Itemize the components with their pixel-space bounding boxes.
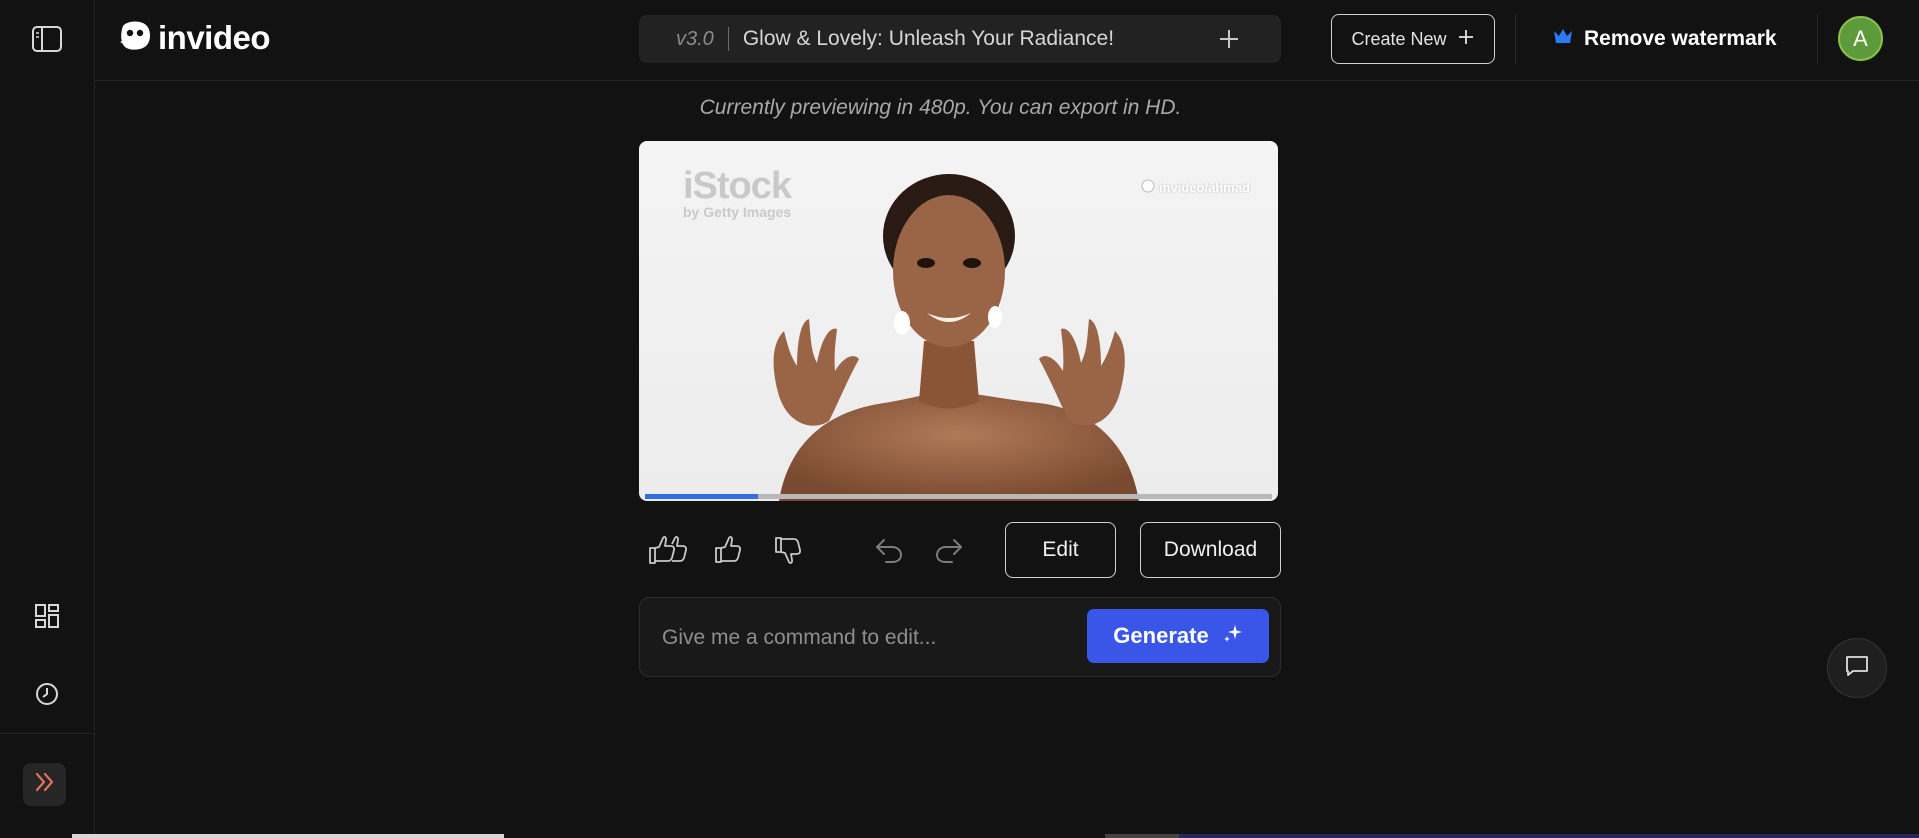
sidebar bbox=[0, 0, 95, 838]
expand-sidebar-button[interactable] bbox=[23, 763, 66, 806]
version-label: v3.0 bbox=[676, 27, 714, 50]
edit-button[interactable]: Edit bbox=[1005, 522, 1116, 578]
sidebar-toggle-icon[interactable] bbox=[29, 21, 65, 57]
command-input[interactable] bbox=[662, 616, 1062, 660]
undo-icon[interactable] bbox=[869, 532, 909, 568]
edit-label: Edit bbox=[1042, 538, 1079, 561]
invideo-logo-icon bbox=[118, 20, 152, 57]
logo-wordmark: invideo bbox=[158, 19, 271, 56]
title-separator bbox=[727, 27, 729, 51]
command-box: Generate bbox=[639, 597, 1281, 677]
preview-note: Currently previewing in 480p. You can ex… bbox=[0, 96, 1919, 120]
watermark-handle: invideo/ahmad bbox=[1158, 180, 1250, 195]
crown-icon bbox=[1552, 27, 1574, 51]
remove-watermark-label: Remove watermark bbox=[1584, 27, 1777, 50]
thumbs-up-icon[interactable] bbox=[708, 532, 748, 568]
istock-brand: iStock bbox=[683, 165, 792, 207]
avatar[interactable]: A bbox=[1838, 16, 1883, 61]
sidebar-divider bbox=[0, 733, 95, 734]
generate-button[interactable]: Generate bbox=[1087, 609, 1269, 663]
bottom-strip-thumb bbox=[1105, 834, 1179, 838]
header-separator bbox=[1515, 14, 1516, 64]
plus-icon[interactable] bbox=[1217, 27, 1241, 56]
video-preview[interactable]: iStock by Getty Images invideo/ahmad bbox=[639, 141, 1278, 501]
grid-icon[interactable] bbox=[29, 598, 65, 634]
bottom-strip bbox=[1105, 834, 1919, 838]
horizontal-scrollbar[interactable] bbox=[72, 834, 504, 838]
header-separator bbox=[1817, 14, 1818, 64]
double-thumbs-up-icon[interactable] bbox=[648, 532, 688, 568]
generate-label: Generate bbox=[1113, 623, 1209, 648]
invideo-mini-icon bbox=[1141, 179, 1155, 196]
video-progress-bar[interactable] bbox=[645, 494, 1272, 499]
video-progress-fill bbox=[645, 494, 758, 499]
istock-subtext: by Getty Images bbox=[683, 204, 792, 220]
app-root: invideo v3.0 Glow & Lovely: Unleash Your… bbox=[0, 0, 1919, 838]
redo-icon[interactable] bbox=[929, 532, 969, 568]
creator-watermark: invideo/ahmad bbox=[1141, 179, 1250, 196]
header-divider bbox=[95, 80, 1919, 81]
create-new-button[interactable]: Create New bbox=[1331, 14, 1495, 64]
project-title[interactable]: Glow & Lovely: Unleash Your Radiance! bbox=[743, 27, 1114, 51]
project-title-bar[interactable]: v3.0 Glow & Lovely: Unleash Your Radianc… bbox=[639, 15, 1281, 63]
remove-watermark-button[interactable]: Remove watermark bbox=[1552, 20, 1777, 58]
sparkle-icon bbox=[1223, 623, 1243, 649]
chevrons-right-icon bbox=[33, 771, 57, 798]
download-button[interactable]: Download bbox=[1140, 522, 1281, 578]
clock-icon[interactable] bbox=[29, 676, 65, 712]
chat-icon bbox=[1844, 654, 1870, 683]
preview-note-text: Currently previewing in 480p. You can ex… bbox=[699, 96, 1182, 119]
invideo-logo[interactable]: invideo bbox=[118, 18, 271, 58]
plus-icon bbox=[1457, 28, 1475, 51]
create-new-label: Create New bbox=[1351, 28, 1447, 49]
istock-watermark: iStock by Getty Images bbox=[683, 165, 792, 220]
thumbs-down-icon[interactable] bbox=[768, 532, 808, 568]
action-row: Edit Download bbox=[639, 522, 1281, 578]
chat-support-button[interactable] bbox=[1827, 638, 1887, 698]
download-label: Download bbox=[1163, 538, 1258, 561]
